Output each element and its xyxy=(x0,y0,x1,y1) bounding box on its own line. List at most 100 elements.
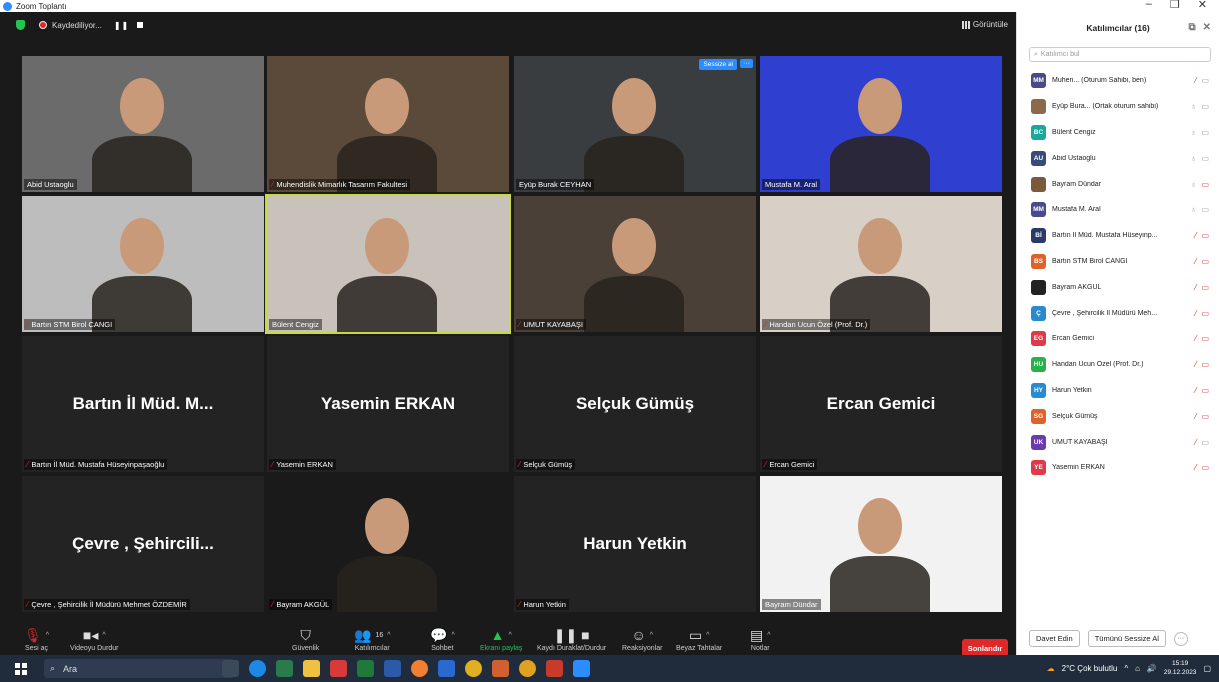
stop-record-icon[interactable] xyxy=(137,22,144,28)
windows-start-icon[interactable] xyxy=(15,662,27,675)
participant-row[interactable]: Bayram AKGÜL ⁄ ▭ xyxy=(1031,274,1219,300)
participant-video-tile[interactable]: ⁄ Bartın STM Birol CANGI xyxy=(22,196,264,332)
zoom-taskbar-icon[interactable] xyxy=(573,660,590,677)
minimize-button[interactable]: – xyxy=(1146,0,1152,11)
volume-icon[interactable]: 🔊 xyxy=(1147,664,1157,673)
participant-row[interactable]: BS Bartın STM Birol CANGI ⁄ ▭ xyxy=(1031,249,1219,275)
chevron-up-icon[interactable]: ^ xyxy=(102,632,105,639)
mail-icon[interactable] xyxy=(438,660,455,677)
clock[interactable]: 15:19 29.12.2023 xyxy=(1164,659,1197,677)
participant-row[interactable]: Bayram Dündar ♁ ▭ xyxy=(1031,171,1219,197)
mic-muted-icon[interactable]: ⁄ xyxy=(1195,231,1196,240)
participant-video-tile[interactable]: Çevre , Şehircili... ⁄ Çevre , Şehircilik … xyxy=(22,476,264,612)
camera-icon[interactable]: ▭ xyxy=(1201,438,1209,447)
chevron-up-icon[interactable]: ^ xyxy=(387,632,390,639)
participant-row[interactable]: UK UMUT KAYABAŞI ⁄ ▭ xyxy=(1031,429,1219,455)
view-button[interactable]: Görüntüle xyxy=(961,20,1008,29)
record-button[interactable]: ❚❚ ■ Kaydı Duraklat/Durdur xyxy=(537,625,606,653)
participant-search-input[interactable]: ⌕ Katılımcı bul xyxy=(1029,47,1211,62)
tray-chevron-icon[interactable]: ^ xyxy=(1124,664,1128,673)
powerpoint-icon[interactable] xyxy=(546,660,563,677)
mic-muted-icon[interactable]: ⁄ xyxy=(1195,386,1196,395)
tile-more-button[interactable]: ··· xyxy=(740,59,753,68)
camera-icon[interactable]: ▭ xyxy=(1201,76,1209,85)
participant-video-tile[interactable]: Bülent Cengiz xyxy=(265,194,511,334)
camera-icon[interactable]: ▭ xyxy=(1201,154,1209,163)
file-explorer-icon[interactable] xyxy=(303,660,320,677)
mic-muted-icon[interactable]: ⁄ xyxy=(1195,463,1196,472)
mic-muted-icon[interactable]: ⁄ xyxy=(1195,360,1196,369)
participant-row[interactable]: MM Muhen... (Oturum Sahibi, ben) ⁄ ▭ xyxy=(1031,68,1219,94)
camera-off-icon[interactable]: ▭ xyxy=(1201,257,1209,266)
participant-row[interactable]: BC Bülent Cengiz ♁ ▭ xyxy=(1031,120,1219,146)
camera-icon[interactable]: ▭ xyxy=(1201,128,1209,137)
close-panel-icon[interactable]: ✕ xyxy=(1203,22,1211,33)
network-icon[interactable]: ⌂ xyxy=(1135,664,1140,673)
participant-video-tile[interactable]: Sessize al ··· Eyüp Burak CEYHAN xyxy=(514,56,756,192)
mic-muted-icon[interactable]: ⁄ xyxy=(1195,334,1196,343)
participant-video-tile[interactable]: Yasemin ERKAN ⁄ Yasemin ERKAN xyxy=(267,336,509,472)
firefox-icon[interactable] xyxy=(411,660,428,677)
participant-video-tile[interactable]: ⁄ Muhendislik Mimarlık Tasarım Fakultesi xyxy=(267,56,509,192)
participant-video-tile[interactable]: Mustafa M. Aral xyxy=(760,56,1002,192)
reactions-button[interactable]: ☺ ^ Reaksiyonlar xyxy=(622,625,662,652)
popout-icon[interactable]: ⧉ xyxy=(1188,22,1195,33)
chat-button[interactable]: 💬 ^ Sohbet xyxy=(430,625,455,653)
maximize-button[interactable]: ❐ xyxy=(1170,0,1180,11)
mic-icon[interactable]: ♁ xyxy=(1190,205,1196,214)
mic-muted-icon[interactable]: ⁄ xyxy=(1195,76,1196,85)
mic-icon[interactable]: ♁ xyxy=(1190,154,1196,163)
chevron-up-icon[interactable]: ^ xyxy=(767,632,770,639)
chrome-icon[interactable] xyxy=(465,660,482,677)
whiteboard-button[interactable]: ▭ ^ Beyaz Tahtalar xyxy=(676,625,722,653)
participant-video-tile[interactable]: Selçuk Gümüş ⁄ Selçuk Gümüş xyxy=(514,336,756,472)
participant-video-tile[interactable]: Abid Ustaoglu xyxy=(22,56,264,192)
chevron-up-icon[interactable]: ^ xyxy=(650,632,653,639)
chevron-up-icon[interactable]: ^ xyxy=(508,632,511,639)
participant-video-tile[interactable]: Harun Yetkin ⁄ Harun Yetkin xyxy=(514,476,756,612)
tile-mute-button[interactable]: Sessize al xyxy=(699,59,737,70)
participant-row[interactable]: HY Harun Yetkin ⁄ ▭ xyxy=(1031,378,1219,404)
camera-off-icon[interactable]: ▭ xyxy=(1201,463,1209,472)
participant-video-tile[interactable]: ⁄ UMUT KAYABAŞI xyxy=(514,196,756,332)
participant-video-tile[interactable]: Ercan Gemici ⁄ Ercan Gemici xyxy=(760,336,1002,472)
mic-muted-icon[interactable]: ⁄ xyxy=(1195,257,1196,266)
camera-off-icon[interactable]: ▭ xyxy=(1201,309,1209,318)
participant-row[interactable]: YE Yasemin ERKAN ⁄ ▭ xyxy=(1031,455,1219,481)
edge-icon[interactable] xyxy=(249,660,266,677)
mic-icon[interactable]: ♁ xyxy=(1190,180,1196,189)
security-shield-icon[interactable] xyxy=(16,20,25,30)
store-icon[interactable] xyxy=(276,660,293,677)
mic-icon[interactable]: ♁ xyxy=(1190,128,1196,137)
pause-record-icon[interactable]: ❚❚ xyxy=(114,21,129,30)
mic-muted-icon[interactable]: ⁄ xyxy=(1195,438,1196,447)
close-button[interactable]: ✕ xyxy=(1198,0,1207,11)
participant-row[interactable]: Ç Çevre , Şehircilik İl Müdürü Meh... ⁄ ▭ xyxy=(1031,300,1219,326)
excel-icon[interactable] xyxy=(357,660,374,677)
camera-icon[interactable]: ▭ xyxy=(1201,205,1209,214)
participant-row[interactable]: MM Mustafa M. Aral ♁ ▭ xyxy=(1031,197,1219,223)
mic-muted-icon[interactable]: ⁄ xyxy=(1195,309,1196,318)
chevron-up-icon[interactable]: ^ xyxy=(46,632,49,639)
app-icon[interactable] xyxy=(492,660,509,677)
more-options-button[interactable]: ··· xyxy=(1173,631,1188,646)
camera-off-icon[interactable]: ▭ xyxy=(1201,412,1209,421)
word-icon[interactable] xyxy=(384,660,401,677)
participant-row[interactable]: Bİ Bartın İl Müd. Mustafa Hüseyinp... ⁄ ▭ xyxy=(1031,223,1219,249)
camera-off-icon[interactable]: ▭ xyxy=(1201,334,1209,343)
participant-video-tile[interactable]: Bayram Dündar xyxy=(760,476,1002,612)
invite-button[interactable]: Davet Edin xyxy=(1029,630,1080,647)
mic-muted-icon[interactable]: ⁄ xyxy=(1195,412,1196,421)
chrome-alt-icon[interactable] xyxy=(519,660,536,677)
video-button[interactable]: ■◂ ^ Videoyu Durdur xyxy=(70,625,119,653)
participant-row[interactable]: SG Selçuk Gümüş ⁄ ▭ xyxy=(1031,403,1219,429)
mic-icon[interactable]: ♁ xyxy=(1190,102,1196,111)
chevron-up-icon[interactable]: ^ xyxy=(706,632,709,639)
notifications-icon[interactable]: ▢ xyxy=(1203,664,1211,673)
weather-text[interactable]: 2°C Çok bulutlu xyxy=(1062,664,1118,673)
taskbar-search-input[interactable]: ⌕ Ara xyxy=(44,659,234,678)
camera-off-icon[interactable]: ▭ xyxy=(1201,360,1209,369)
participant-row[interactable]: HU Handan Ucun Özel (Prof. Dr.) ⁄ ▭ xyxy=(1031,352,1219,378)
task-view-icon[interactable] xyxy=(222,660,239,677)
mute-all-button[interactable]: Tümünü Sessize Al xyxy=(1087,630,1166,647)
